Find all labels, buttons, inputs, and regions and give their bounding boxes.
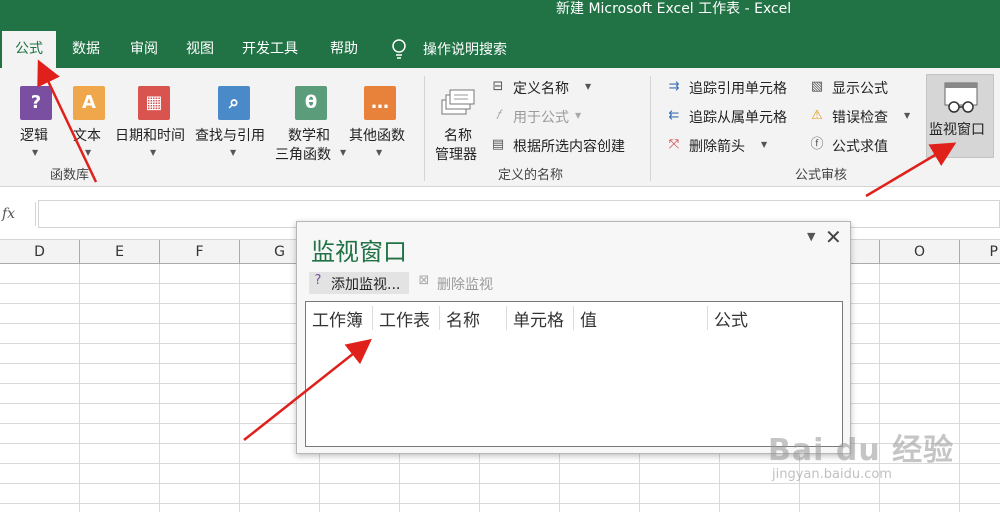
lookup-label: 查找与引用 (195, 128, 265, 144)
chevron-down-icon: ▼ (85, 148, 92, 157)
date-time-label: 日期和时间 (115, 128, 185, 144)
more-functions-label: 其他函数 (349, 128, 405, 144)
tab-developer[interactable]: 开发工具 (242, 38, 298, 60)
watch-header-workbook[interactable]: 工作簿 (306, 306, 373, 331)
text-icon: A (73, 86, 105, 120)
formula-bar-divider (35, 202, 36, 226)
name-manager-label: 名称 (444, 128, 472, 144)
tab-data[interactable]: 数据 (72, 38, 100, 60)
error-checking-button[interactable]: ⚠ 错误检查 ▼ (808, 105, 918, 127)
define-name-icon: ⊟ (492, 79, 504, 94)
title-bar: 新建 Microsoft Excel 工作表 - Excel 公式 数据 审阅 … (0, 0, 1000, 68)
add-watch-icon: ? (314, 273, 322, 288)
ribbon-divider (650, 76, 651, 181)
use-in-formula-icon: 𝑓 (495, 108, 501, 123)
create-from-selection-icon: ▤ (491, 137, 505, 152)
name-manager-icon (441, 89, 475, 115)
column-header-e[interactable]: E (80, 240, 160, 265)
use-in-formula-button[interactable]: 𝑓 用于公式 ▼ (489, 105, 589, 127)
watch-header-value[interactable]: 值 (574, 306, 708, 331)
window-title: 新建 Microsoft Excel 工作表 - Excel (556, 1, 792, 17)
column-header-f[interactable]: F (160, 240, 240, 265)
chevron-down-icon: ▼ (575, 111, 582, 120)
error-checking-icon: ⚠ (811, 108, 823, 123)
name-manager-label-line2: 管理器 (435, 147, 477, 163)
lightbulb-icon[interactable] (390, 38, 408, 60)
chevron-down-icon: ▼ (150, 148, 157, 157)
show-formulas-button[interactable]: ▧ 显示公式 (808, 76, 908, 98)
watermark-logo: Bai du 经验 (768, 433, 955, 468)
watermark-url: jingyan.baidu.com (772, 467, 892, 482)
fx-icon[interactable]: fx (2, 206, 15, 222)
tab-help[interactable]: 帮助 (330, 38, 358, 60)
trace-dependents-button[interactable]: ⇇ 追踪从属单元格 (665, 105, 797, 127)
math-trig-label: 数学和 (288, 128, 330, 144)
remove-arrows-icon: ⤧ (668, 137, 680, 152)
chevron-down-icon: ▼ (32, 148, 39, 157)
watch-window-panel[interactable]: 监视窗口 ▼ ✕ ? 添加监视... ⊠ 删除监视 工作簿 工作表 名称 单元格… (296, 221, 851, 454)
watch-window-label: 监视窗口 (929, 122, 985, 138)
chevron-down-icon: ▼ (585, 82, 592, 91)
logical-label: 逻辑 (20, 128, 48, 144)
watch-window-title: 监视窗口 (311, 238, 407, 266)
watch-window-button[interactable]: 监视窗口 (926, 74, 994, 158)
more-functions-icon: … (364, 86, 396, 120)
math-trig-label-line2: 三角函数 (275, 147, 331, 163)
group-label-formula-auditing: 公式审核 (795, 168, 848, 183)
trace-dependents-icon: ⇇ (668, 108, 680, 123)
evaluate-formula-button[interactable]: ⓕ 公式求值 (808, 134, 908, 156)
text-label: 文本 (73, 128, 101, 144)
chevron-down-icon: ▼ (761, 140, 768, 149)
column-header-p[interactable]: P (960, 240, 1000, 265)
chevron-down-icon: ▼ (230, 148, 237, 157)
watch-header-cell[interactable]: 单元格 (507, 306, 574, 331)
define-name-button[interactable]: ⊟ 定义名称 ▼ (489, 76, 599, 98)
group-label-function-library: 函数库 (50, 168, 90, 183)
trace-precedents-button[interactable]: ⇉ 追踪引用单元格 (665, 76, 797, 98)
math-trig-icon: θ (295, 86, 327, 120)
column-header-o[interactable]: O (880, 240, 960, 265)
watch-window-icon (944, 82, 978, 113)
watch-header-name[interactable]: 名称 (440, 306, 507, 331)
ribbon: ? 逻辑 ▼ A 文本 ▼ ▦ 日期和时间 ▼ ⌕ 查找与引用 ▼ θ 数学和 … (0, 68, 1000, 187)
chevron-down-icon: ▼ (340, 148, 347, 157)
chevron-down-icon: ▼ (904, 111, 911, 120)
watch-header-formula[interactable]: 公式 (708, 306, 842, 331)
tab-review[interactable]: 审阅 (130, 38, 158, 60)
column-header-d[interactable]: D (0, 240, 80, 265)
chevron-down-icon[interactable]: ▼ (807, 230, 815, 243)
watch-table[interactable]: 工作簿 工作表 名称 单元格 值 公式 (305, 301, 843, 447)
watermark: Bai du 经验 jingyan.baidu.com (768, 425, 988, 505)
trace-precedents-icon: ⇉ (668, 79, 680, 94)
tab-formulas[interactable]: 公式 (2, 31, 56, 68)
group-label-defined-names: 定义的名称 (498, 168, 564, 183)
delete-watch-icon: ⊠ (418, 273, 430, 288)
evaluate-formula-icon: ⓕ (810, 137, 824, 152)
ribbon-divider (424, 76, 425, 181)
logical-icon: ? (20, 86, 52, 120)
watch-header-sheet[interactable]: 工作表 (373, 306, 440, 331)
show-formulas-icon: ▧ (810, 79, 824, 94)
tell-me-search[interactable]: 操作说明搜索 (423, 39, 507, 59)
close-icon[interactable]: ✕ (825, 225, 842, 249)
date-time-icon: ▦ (138, 86, 170, 120)
remove-arrows-button[interactable]: ⤧ 删除箭头 ▼ (665, 134, 775, 156)
tab-view[interactable]: 视图 (186, 38, 214, 60)
chevron-down-icon: ▼ (376, 148, 383, 157)
add-watch-button[interactable]: ? 添加监视... (309, 272, 409, 294)
lookup-icon: ⌕ (218, 86, 250, 120)
delete-watch-button[interactable]: ⊠ 删除监视 (415, 272, 505, 294)
create-from-selection-button[interactable]: ▤ 根据所选内容创建 (489, 134, 639, 156)
